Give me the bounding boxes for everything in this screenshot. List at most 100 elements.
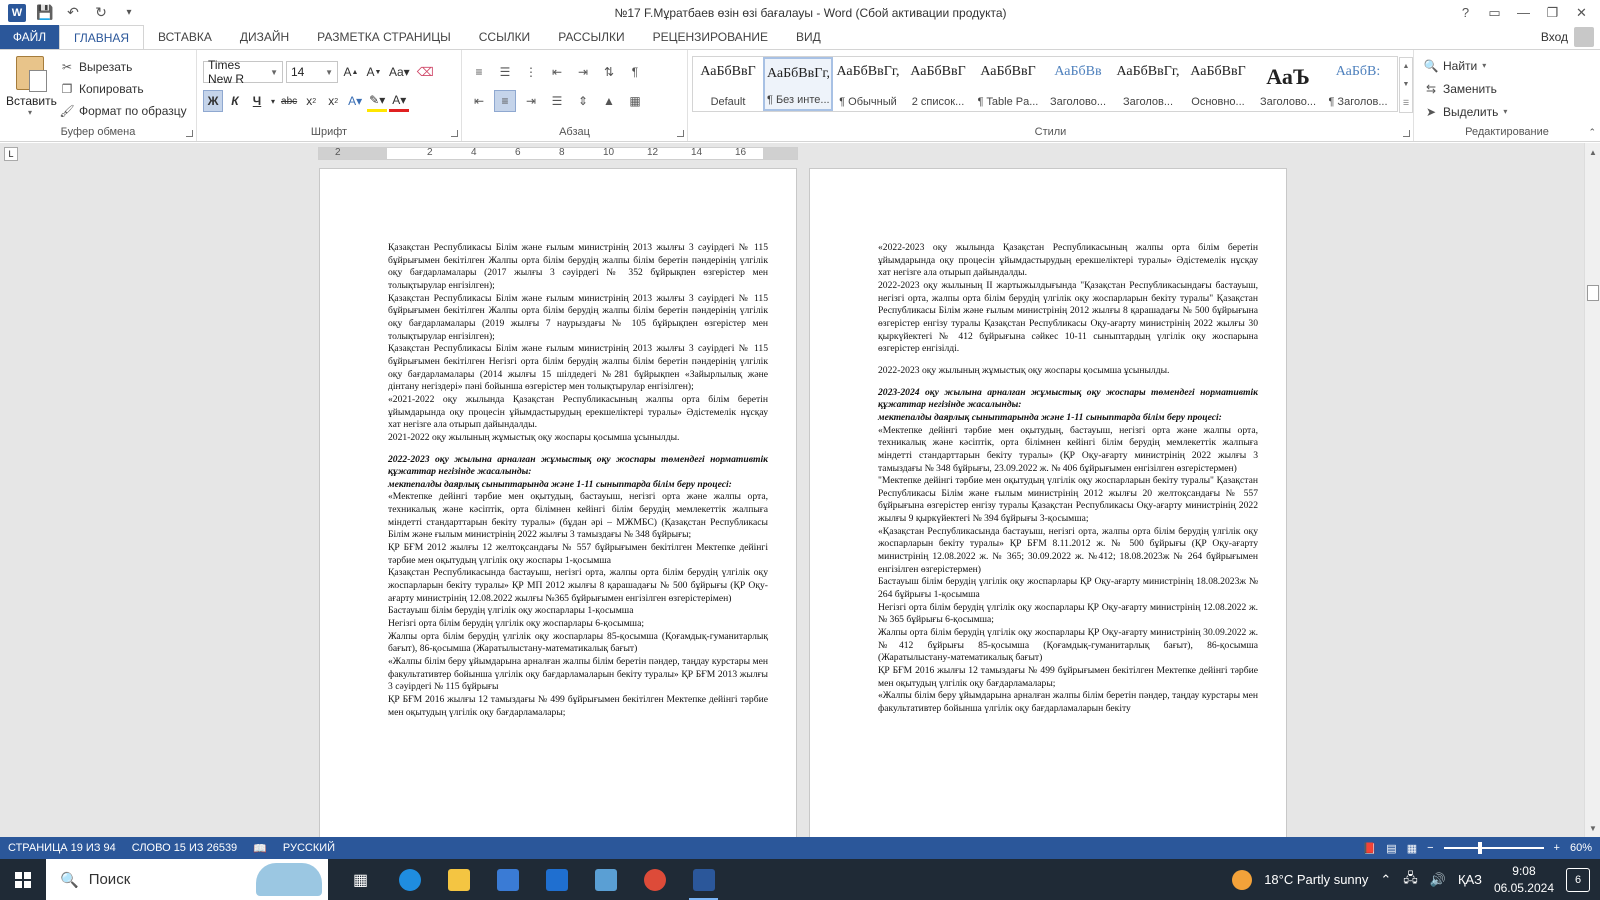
grow-font-button[interactable]: A ▲: [341, 61, 361, 83]
paragraph-launcher-icon[interactable]: [677, 130, 684, 137]
page-right-text[interactable]: «2022-2023 оқу жылында Қазақстан Республ…: [878, 242, 1258, 716]
tab-home[interactable]: ГЛАВНАЯ: [59, 25, 145, 49]
print-layout-icon[interactable]: ▤: [1386, 842, 1396, 855]
clock[interactable]: 9:08 06.05.2024: [1494, 863, 1554, 895]
style-tile[interactable]: АаБбВвГг, Заголов...: [1113, 57, 1183, 111]
italic-button[interactable]: К: [225, 90, 245, 112]
underline-dropdown-icon[interactable]: ▾: [269, 90, 277, 112]
decrease-indent-icon[interactable]: ⇤: [546, 61, 568, 83]
style-tile[interactable]: АаБбВвГ 2 список...: [903, 57, 973, 111]
text-effects-button[interactable]: A▾: [345, 90, 365, 112]
bold-button[interactable]: Ж: [203, 90, 223, 112]
highlight-button[interactable]: ✎▾: [367, 90, 388, 112]
chrome-icon[interactable]: [630, 859, 679, 900]
cut-button[interactable]: ✂ Вырезать: [60, 56, 187, 78]
bullets-icon[interactable]: ≡: [468, 61, 490, 83]
tab-references[interactable]: ССЫЛКИ: [465, 25, 544, 49]
shrink-font-button[interactable]: A ▼: [364, 61, 384, 83]
tab-mailings[interactable]: РАССЫЛКИ: [544, 25, 638, 49]
customize-qa-icon[interactable]: ▾: [120, 4, 138, 22]
clear-formatting-icon[interactable]: ⌫: [415, 61, 436, 83]
tab-view[interactable]: ВИД: [782, 25, 835, 49]
volume-icon[interactable]: 🔊: [1430, 872, 1446, 888]
underline-button[interactable]: Ч: [247, 90, 267, 112]
multilevel-list-icon[interactable]: ⋮: [520, 61, 542, 83]
find-button[interactable]: 🔍 Найти ▾: [1424, 54, 1507, 77]
page-left-text[interactable]: Қазақстан Республикасы Білім және ғылым …: [388, 242, 768, 719]
shading-icon[interactable]: ▲: [598, 90, 620, 112]
styles-launcher-icon[interactable]: [1403, 130, 1410, 137]
subscript-button[interactable]: x2: [301, 90, 321, 112]
read-mode-icon[interactable]: 📕: [1363, 842, 1377, 855]
edge-icon[interactable]: [385, 859, 434, 900]
style-tile[interactable]: АаБбВвГ Default: [693, 57, 763, 111]
network-icon[interactable]: 🖧: [1403, 869, 1418, 891]
task-view-icon[interactable]: ▦: [336, 859, 385, 900]
style-tile[interactable]: АаБбВ: ¶ Заголов...: [1323, 57, 1393, 111]
avatar[interactable]: [1574, 27, 1594, 47]
copy-button[interactable]: ❐ Копировать: [60, 78, 187, 100]
clipboard-launcher-icon[interactable]: [186, 130, 193, 137]
document-area[interactable]: Қазақстан Республикасы Білім және ғылым …: [0, 165, 1584, 837]
zoom-out-button[interactable]: −: [1427, 842, 1433, 854]
redo-icon[interactable]: ↻: [92, 4, 110, 22]
taskbar-search[interactable]: 🔍 Поиск: [46, 859, 328, 900]
numbering-icon[interactable]: ☰: [494, 61, 516, 83]
scroll-down-icon[interactable]: ▼: [1587, 822, 1599, 834]
paste-dropdown-icon[interactable]: ▾: [6, 108, 54, 117]
horizontal-ruler[interactable]: 2 2 4 6 8 10 12 14 16: [318, 147, 798, 160]
save-icon[interactable]: 💾: [36, 4, 54, 22]
start-button[interactable]: [0, 859, 46, 900]
remote-desktop-icon[interactable]: [581, 859, 630, 900]
word-count[interactable]: СЛОВО 15 ИЗ 26539: [124, 842, 245, 854]
tab-design[interactable]: ДИЗАЙН: [226, 25, 303, 49]
zoom-level[interactable]: 60%: [1570, 842, 1592, 854]
style-tile[interactable]: АаБбВвГг, ¶ Обычный: [833, 57, 903, 111]
superscript-button[interactable]: x2: [323, 90, 343, 112]
style-tile[interactable]: АаБбВвГ Основно...: [1183, 57, 1253, 111]
style-tile[interactable]: АаБбВвГг, ¶ Без инте...: [763, 57, 833, 111]
style-tile[interactable]: АаЪ Заголово...: [1253, 57, 1323, 111]
proofing-icon[interactable]: 📖: [245, 842, 275, 855]
scroll-up-icon[interactable]: ▲: [1403, 63, 1410, 70]
zoom-slider-knob[interactable]: [1477, 842, 1482, 854]
paste-button[interactable]: Вставить ▾: [6, 56, 57, 117]
collapse-ribbon-icon[interactable]: ⌃: [1588, 127, 1596, 138]
strikethrough-button[interactable]: abc: [279, 90, 299, 112]
style-tile[interactable]: АаБбВв Заголово...: [1043, 57, 1113, 111]
tab-insert[interactable]: ВСТАВКА: [144, 25, 226, 49]
font-size-combo[interactable]: 14 ▼: [286, 61, 338, 83]
undo-icon[interactable]: ↶: [64, 4, 82, 22]
font-name-combo[interactable]: Times New R ▼: [203, 58, 283, 86]
change-case-button[interactable]: Aa▾: [387, 61, 412, 83]
vertical-scrollbar[interactable]: ▲ ▼: [1584, 143, 1600, 837]
help-button[interactable]: ?: [1451, 0, 1480, 25]
word-taskbar-icon[interactable]: [679, 859, 728, 900]
mail-icon[interactable]: [532, 859, 581, 900]
document-page-left[interactable]: Қазақстан Республикасы Білім және ғылым …: [319, 168, 797, 837]
replace-button[interactable]: ⇆ Заменить: [1424, 77, 1507, 100]
select-button[interactable]: ➤ Выделить ▾: [1424, 100, 1507, 123]
align-center-icon[interactable]: ≡: [494, 90, 516, 112]
restore-button[interactable]: ❐: [1538, 0, 1567, 25]
input-language[interactable]: ҚАЗ: [1458, 872, 1482, 887]
zoom-in-button[interactable]: +: [1554, 842, 1560, 854]
page-indicator[interactable]: СТРАНИЦА 19 ИЗ 94: [0, 842, 124, 854]
pilcrow-icon[interactable]: ¶: [624, 61, 646, 83]
document-page-right[interactable]: «2022-2023 оқу жылында Қазақстан Республ…: [809, 168, 1287, 837]
style-tile[interactable]: АаБбВвГ ¶ Table Pa...: [973, 57, 1043, 111]
tab-file[interactable]: ФАЙЛ: [0, 25, 59, 49]
word-app-icon[interactable]: W: [8, 3, 26, 22]
weather-icon[interactable]: [1232, 869, 1253, 890]
zoom-slider[interactable]: [1443, 842, 1544, 854]
font-launcher-icon[interactable]: [451, 130, 458, 137]
tab-layout[interactable]: РАЗМЕТКА СТРАНИЦЫ: [303, 25, 465, 49]
tab-selector[interactable]: L: [4, 147, 18, 161]
scroll-down-icon[interactable]: ▼: [1403, 81, 1410, 88]
font-color-button[interactable]: A▾: [389, 90, 410, 112]
minimize-button[interactable]: —: [1509, 0, 1538, 25]
align-left-icon[interactable]: ⇤: [468, 90, 490, 112]
ribbon-display-options-button[interactable]: ▭: [1480, 0, 1509, 25]
sign-in[interactable]: Вход: [1541, 25, 1600, 49]
sort-icon[interactable]: ⇅: [598, 61, 620, 83]
